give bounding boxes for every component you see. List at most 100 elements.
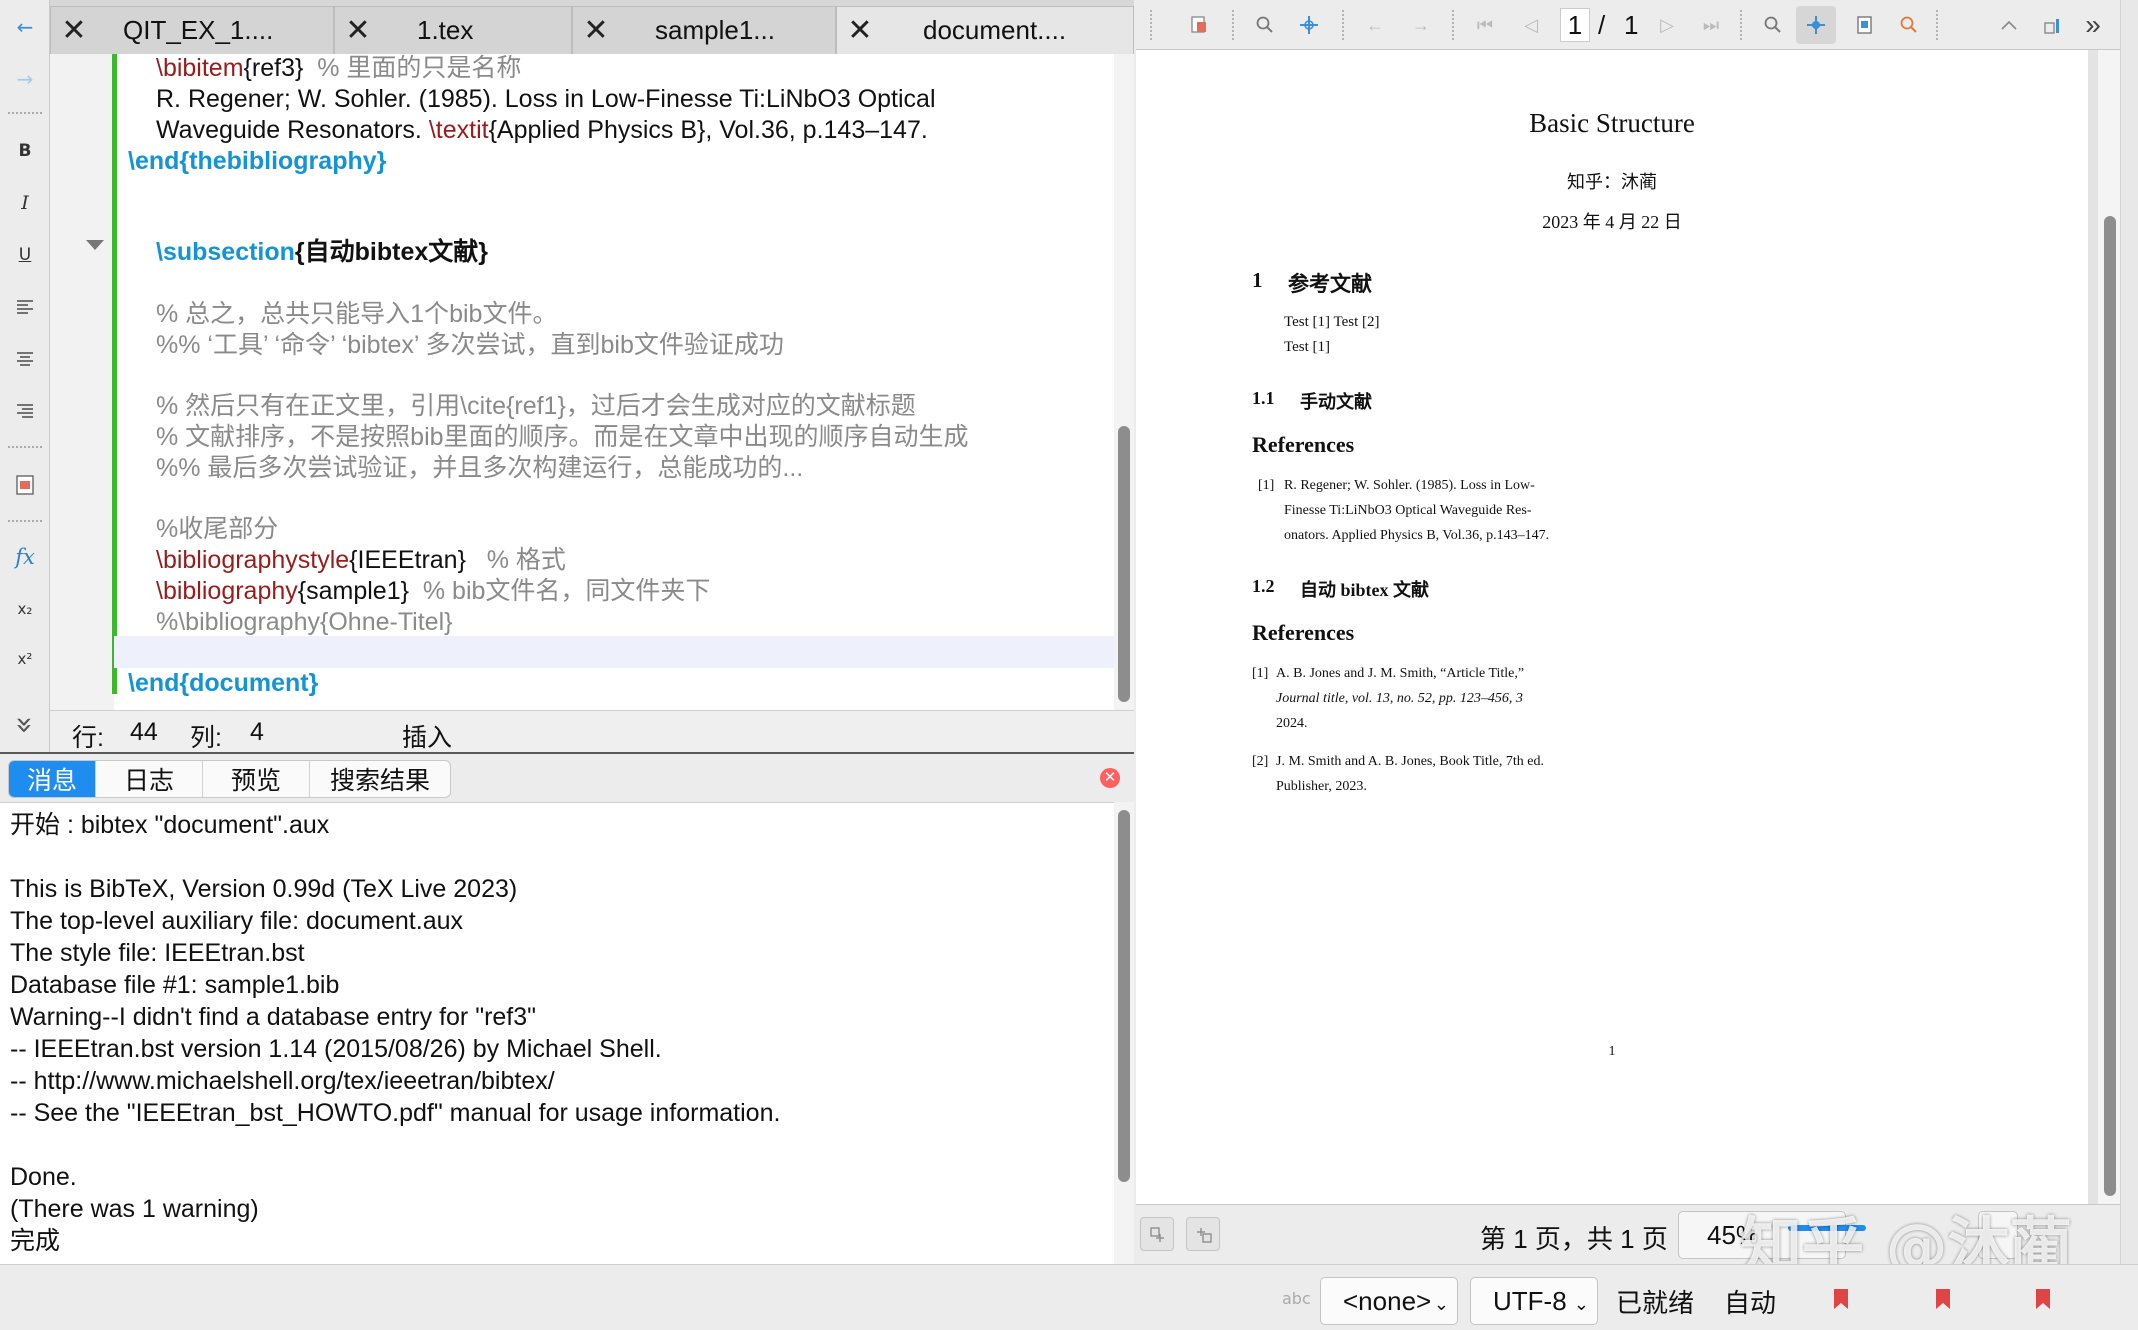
first-page-icon[interactable]: ⏮ [1472, 12, 1498, 38]
align-center-icon[interactable] [8, 342, 42, 376]
fit-page-icon[interactable] [1852, 12, 1878, 38]
code-line: %收尾部分 [156, 515, 279, 543]
sync-source-icon[interactable] [1186, 12, 1212, 38]
close-tab-icon[interactable]: ✕ [837, 13, 883, 48]
expand-toolbar-icon[interactable]: » [8, 708, 43, 742]
bookmark-icon[interactable] [1936, 1289, 1950, 1309]
close-tab-icon[interactable]: ✕ [573, 13, 619, 48]
code-line: \subsection{自动bibtex文献} [156, 238, 489, 266]
page-number-input[interactable]: 1 [1560, 8, 1590, 42]
zoom-in-icon[interactable] [1896, 12, 1922, 38]
close-panel-icon[interactable]: ✕ [1100, 768, 1120, 788]
page-total: 1 [1624, 10, 1639, 40]
back-arrow-icon[interactable]: ← [8, 10, 42, 44]
tab-label: 1.tex [417, 15, 474, 45]
subsection-number: 1.2 [1252, 576, 1275, 596]
collapse-icon[interactable] [1996, 12, 2022, 38]
code-line: % 然后只有在正文里，引用\cite{ref1}，过后才会生成对应的文献标题 [156, 392, 916, 420]
reference-text: J. M. Smith and A. B. Jones, Book Title,… [1276, 754, 1544, 769]
tab-1-tex[interactable]: ✕ 1.tex [334, 6, 572, 54]
editor-scrollbar[interactable] [1114, 54, 1134, 710]
zoom-icon[interactable] [1760, 12, 1786, 38]
code-line: \end{document} [128, 669, 319, 697]
superscript-button[interactable]: x² [8, 642, 42, 676]
message-log[interactable]: 开始 : bibtex "document".aux This is BibTe… [0, 802, 1114, 1264]
close-tab-icon[interactable]: ✕ [335, 13, 381, 48]
italic-button[interactable]: I [8, 186, 42, 220]
reference-number: [1] [1252, 666, 1269, 681]
previous-page-icon[interactable]: ◁ [1518, 12, 1544, 38]
tab-preview[interactable]: 预览 [203, 761, 311, 797]
texstudio-window: ← → B I U fx x₂ x² » ✕ QIT_EX_1.... ✕ 1.… [0, 0, 2138, 1330]
code-line: %% 最后多次尝试验证，并且多次构建运行，总能成功的... [156, 454, 804, 482]
tab-messages[interactable]: 消息 [9, 761, 97, 797]
log-line: -- http://www.michaelshell.org/tex/ieeet… [10, 1067, 555, 1095]
bookmark-icon[interactable] [2036, 1289, 2050, 1309]
forward-arrow-icon[interactable]: → [8, 62, 42, 96]
align-right-icon[interactable] [8, 394, 42, 428]
line-gutter [50, 54, 114, 710]
document-title: Basic Structure [1529, 108, 1695, 138]
log-line: Done. [10, 1163, 77, 1191]
sync-to-pdf-button[interactable] [1186, 1217, 1220, 1251]
tab-sample1[interactable]: ✕ sample1... [572, 6, 836, 54]
chevron-down-icon: ⌄ [1573, 1294, 1589, 1314]
tab-log[interactable]: 日志 [96, 761, 204, 797]
subsection-title: 手动文献 [1300, 392, 1372, 412]
code-line: % 总之，总共只能导入1个bib文件。 [156, 300, 558, 328]
pdf-scrollbar[interactable] [2098, 50, 2120, 1204]
magnifier-icon[interactable] [1252, 12, 1278, 38]
reference-text: 2024. [1276, 716, 1308, 731]
bookmark-icon[interactable] [1834, 1289, 1848, 1309]
scrollbar-thumb[interactable] [1118, 810, 1130, 1182]
scrollbar-thumb[interactable] [2104, 216, 2116, 1196]
spellcheck-icon[interactable]: abc [1282, 1289, 1311, 1308]
window-edge [2120, 0, 2138, 1264]
math-fx-button[interactable]: fx [8, 540, 42, 574]
subsection-title: 自动 bibtex 文献 [1300, 580, 1430, 600]
last-page-icon[interactable]: ⏭ [1698, 12, 1724, 38]
tab-qit-ex[interactable]: ✕ QIT_EX_1.... [50, 6, 334, 54]
fit-width-button[interactable] [1796, 6, 1836, 44]
forward-arrow-icon[interactable]: → [1408, 12, 1434, 38]
log-scrollbar[interactable] [1114, 802, 1134, 1264]
scrollbar-thumb[interactable] [1118, 426, 1130, 702]
tab-document[interactable]: ✕ document.... [836, 6, 1134, 54]
encoding-select[interactable]: UTF-8 ⌄ [1470, 1277, 1598, 1325]
language-select[interactable]: <none> ⌄ [1320, 1277, 1458, 1325]
bold-button[interactable]: B [8, 134, 42, 168]
code-line: %\bibliography{Ohne-Titel} [156, 608, 453, 636]
pdf-viewer[interactable]: Basic Structure 知乎：沐蔺 2023 年 4 月 22 日 1 … [1136, 50, 2120, 1204]
body-text: Test [1] [1284, 339, 1331, 355]
reference-text: onators. Applied Physics B, Vol.36, p.14… [1284, 528, 1550, 543]
code-line: \end{thebibliography} [128, 147, 387, 175]
fold-arrow-icon[interactable] [86, 240, 104, 250]
auto-status[interactable]: 自动 [1724, 1283, 1776, 1320]
pdf-page: Basic Structure 知乎：沐蔺 2023 年 4 月 22 日 1 … [1136, 50, 2088, 1204]
reference-text: Finesse Ti:LiNbO3 Optical Waveguide Res- [1284, 503, 1532, 518]
back-arrow-icon[interactable]: ← [1362, 12, 1388, 38]
modified-lines-marker [112, 54, 117, 694]
code-line: % 文献排序，不是按照bib里面的顺序。而是在文章中出现的顺序自动生成 [156, 423, 969, 451]
subscript-button[interactable]: x₂ [8, 592, 42, 626]
next-page-icon[interactable]: ▷ [1654, 12, 1680, 38]
reference-number: [1] [1258, 478, 1275, 493]
document-author: 知乎：沐蔺 [1567, 172, 1657, 192]
code-line: R. Regener; W. Sohler. (1985). Loss in L… [156, 85, 936, 113]
code-line: \bibliography{sample1} % bib文件名，同文件夹下 [156, 577, 711, 605]
encoding-value: UTF-8 [1493, 1285, 1567, 1316]
pan-icon[interactable] [1296, 12, 1322, 38]
more-tools-icon[interactable]: » [2080, 9, 2106, 40]
column-value: 4 [250, 718, 264, 746]
external-viewer-icon[interactable] [2040, 12, 2066, 38]
underline-button[interactable]: U [8, 238, 42, 272]
tab-search-results[interactable]: 搜索结果 [310, 761, 450, 797]
row-label: 行: [72, 724, 104, 752]
align-left-icon[interactable] [8, 290, 42, 324]
close-tab-icon[interactable]: ✕ [51, 13, 97, 48]
log-line: The style file: IEEEtran.bst [10, 939, 305, 967]
tab-label: sample1... [655, 15, 775, 45]
sync-to-source-button[interactable] [1140, 1217, 1174, 1251]
insert-image-icon[interactable] [8, 468, 42, 502]
code-editor[interactable]: \bibitem{ref3} % 里面的只是名称 R. Regener; W. … [50, 54, 1134, 710]
